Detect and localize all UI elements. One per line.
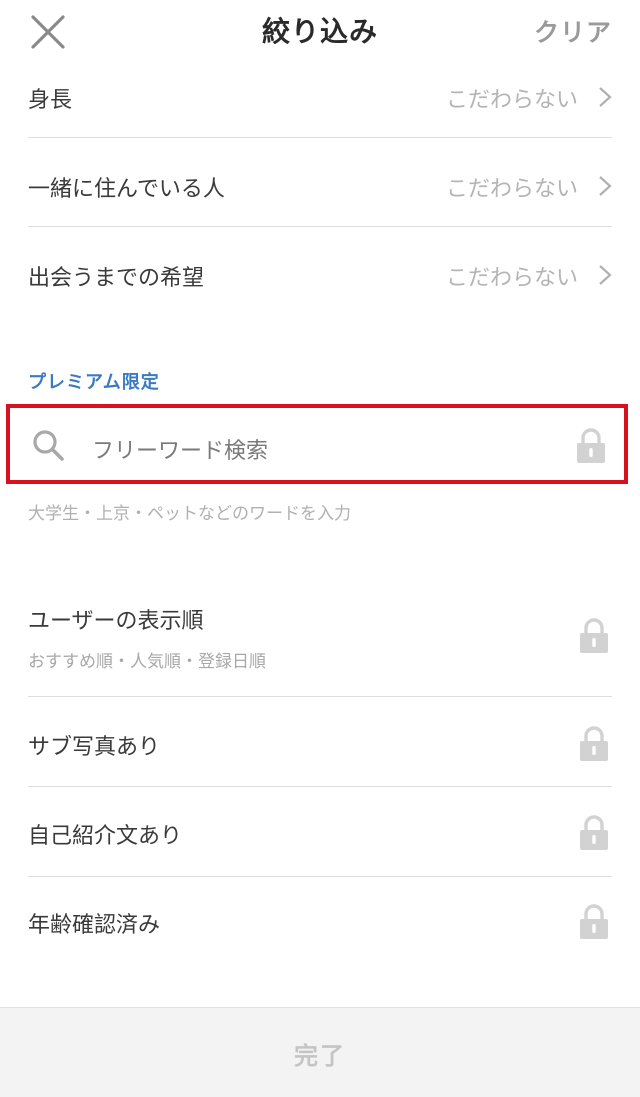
filter-row-cohabitants[interactable]: 一緒に住んでいる人 こだわらない [28, 171, 612, 202]
search-icon [33, 430, 64, 461]
filter-value: こだわらない [445, 88, 578, 113]
lock-icon [580, 726, 608, 761]
free-word-search-field[interactable]: フリーワード検索 [6, 404, 628, 484]
premium-section-label: プレミアム限定 [28, 372, 160, 393]
divider [28, 226, 612, 227]
lock-icon [580, 815, 608, 850]
divider [28, 696, 612, 697]
filter-row-height[interactable]: 身長 こだわらない [28, 82, 612, 113]
premium-label: 年齢確認済み [28, 913, 161, 938]
lock-icon [577, 428, 605, 463]
divider [28, 786, 612, 787]
lock-icon [580, 618, 608, 653]
premium-label: 自己紹介文あり [28, 824, 183, 849]
divider [28, 137, 612, 138]
filter-value: こだわらない [445, 177, 578, 202]
filter-label: 一緒に住んでいる人 [28, 177, 225, 202]
header: 絞り込み クリア [0, 0, 640, 62]
premium-sublabel: おすすめ順・人気順・登録日順 [28, 652, 266, 672]
premium-row-age-verified[interactable]: 年齢確認済み [28, 904, 612, 940]
filter-label: 身長 [28, 88, 73, 113]
chevron-right-icon [599, 176, 612, 196]
filter-label: 出会うまでの希望 [28, 266, 205, 291]
premium-row-sub-photo[interactable]: サブ写真あり [28, 726, 612, 762]
search-field-text: フリーワード検索 [92, 439, 269, 464]
premium-label: ユーザーの表示順 [28, 609, 204, 634]
premium-row-self-intro[interactable]: 自己紹介文あり [28, 815, 612, 851]
filter-row-meeting-preference[interactable]: 出会うまでの希望 こだわらない [28, 260, 612, 291]
premium-row-display-order[interactable]: ユーザーの表示順 おすすめ順・人気順・登録日順 [28, 600, 612, 676]
clear-button[interactable]: クリア [534, 13, 612, 49]
chevron-right-icon [599, 265, 612, 285]
done-label: 完了 [294, 1042, 346, 1070]
filter-value: こだわらない [445, 266, 578, 291]
premium-label: サブ写真あり [28, 735, 161, 760]
done-button[interactable]: 完了 [0, 1007, 640, 1097]
search-hint: 大学生・上京・ペットなどのワードを入力 [28, 504, 351, 524]
lock-icon [580, 904, 608, 939]
chevron-right-icon [599, 87, 612, 107]
divider [28, 876, 612, 877]
